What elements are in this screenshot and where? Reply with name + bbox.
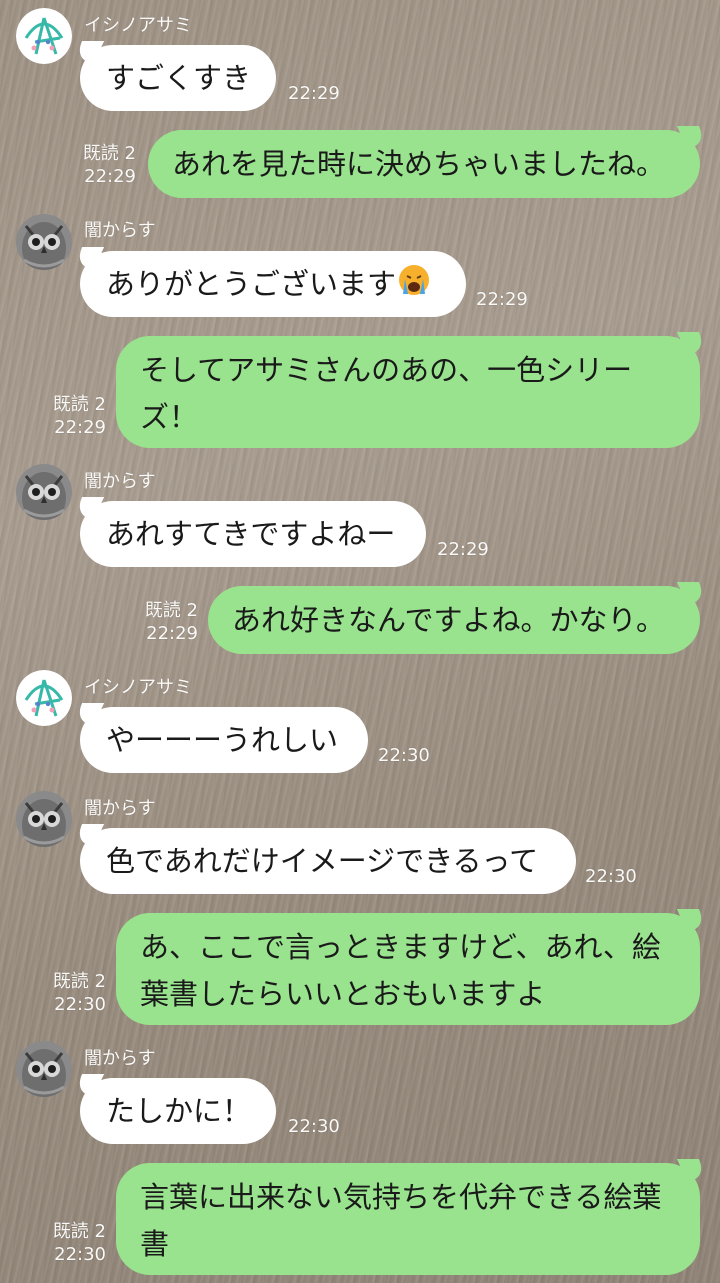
message-bubble-outgoing[interactable]: あ、ここで言っときますけど、あれ、絵葉書したらいいとおもいますよ <box>116 913 700 1025</box>
message-time: 22:30 <box>288 1116 340 1137</box>
message-bubble-incoming[interactable]: たしかに！ <box>80 1078 276 1144</box>
owl-avatar-icon[interactable] <box>16 1041 72 1097</box>
message-bubble-outgoing[interactable]: 言葉に出来ない気持ちを代弁できる絵葉書 <box>116 1163 700 1275</box>
message-bubble-outgoing[interactable]: そしてアサミさんのあの、一色シリーズ！ <box>116 336 700 448</box>
message-time: 22:29 <box>437 539 489 560</box>
leaf-logo-avatar-icon[interactable] <box>16 8 72 64</box>
message-time: 22:29 <box>54 417 106 438</box>
message-bubble-incoming[interactable]: すごくすき <box>80 45 276 111</box>
read-receipt: 既読 2 <box>52 971 106 992</box>
read-receipt: 既読 2 <box>144 600 198 621</box>
message-text: ありがとうございます <box>106 267 397 301</box>
leaf-logo-avatar-icon[interactable] <box>16 670 72 726</box>
owl-avatar-icon[interactable] <box>16 791 72 847</box>
message-meta: 既読 2 22:30 <box>53 970 106 1016</box>
sender-name: 闇からす <box>84 798 156 819</box>
message-time: 22:29 <box>146 623 198 644</box>
read-receipt: 既読 2 <box>82 143 136 164</box>
message-meta: 既読 2 22:29 <box>145 599 198 645</box>
message-time: 22:29 <box>288 83 340 104</box>
message-meta: 既読 2 22:29 <box>53 393 106 439</box>
sender-name: 闇からす <box>84 1048 156 1069</box>
message-bubble-incoming[interactable]: ありがとうございます <box>80 251 466 317</box>
message-time: 22:30 <box>54 1244 106 1265</box>
owl-avatar-icon[interactable] <box>16 464 72 520</box>
sender-name: 闇からす <box>84 220 156 241</box>
message-bubble-incoming[interactable]: 色であれだけイメージできるって <box>80 828 576 894</box>
read-receipt: 既読 2 <box>52 394 106 415</box>
message-time: 22:30 <box>585 866 637 887</box>
message-time: 22:30 <box>54 994 106 1015</box>
message-bubble-incoming[interactable]: やーーーうれしい <box>80 707 368 773</box>
message-bubble-incoming[interactable]: あれすてきですよねー <box>80 501 426 567</box>
message-bubble-outgoing[interactable]: あれ好きなんですよね。かなり。 <box>208 586 700 654</box>
message-meta: 既読 2 22:30 <box>53 1220 106 1266</box>
message-time: 22:29 <box>84 166 136 187</box>
message-time: 22:30 <box>378 745 430 766</box>
message-bubble-outgoing[interactable]: あれを見た時に決めちゃいましたね。 <box>148 130 700 198</box>
message-meta: 既読 2 22:29 <box>83 142 136 188</box>
sender-name: イシノアサミ <box>84 677 192 698</box>
owl-avatar-icon[interactable] <box>16 214 72 270</box>
sender-name: イシノアサミ <box>84 15 192 36</box>
crying-face-emoji-icon <box>398 253 430 319</box>
message-time: 22:29 <box>476 289 528 310</box>
read-receipt: 既読 2 <box>52 1221 106 1242</box>
sender-name: 闇からす <box>84 471 156 492</box>
